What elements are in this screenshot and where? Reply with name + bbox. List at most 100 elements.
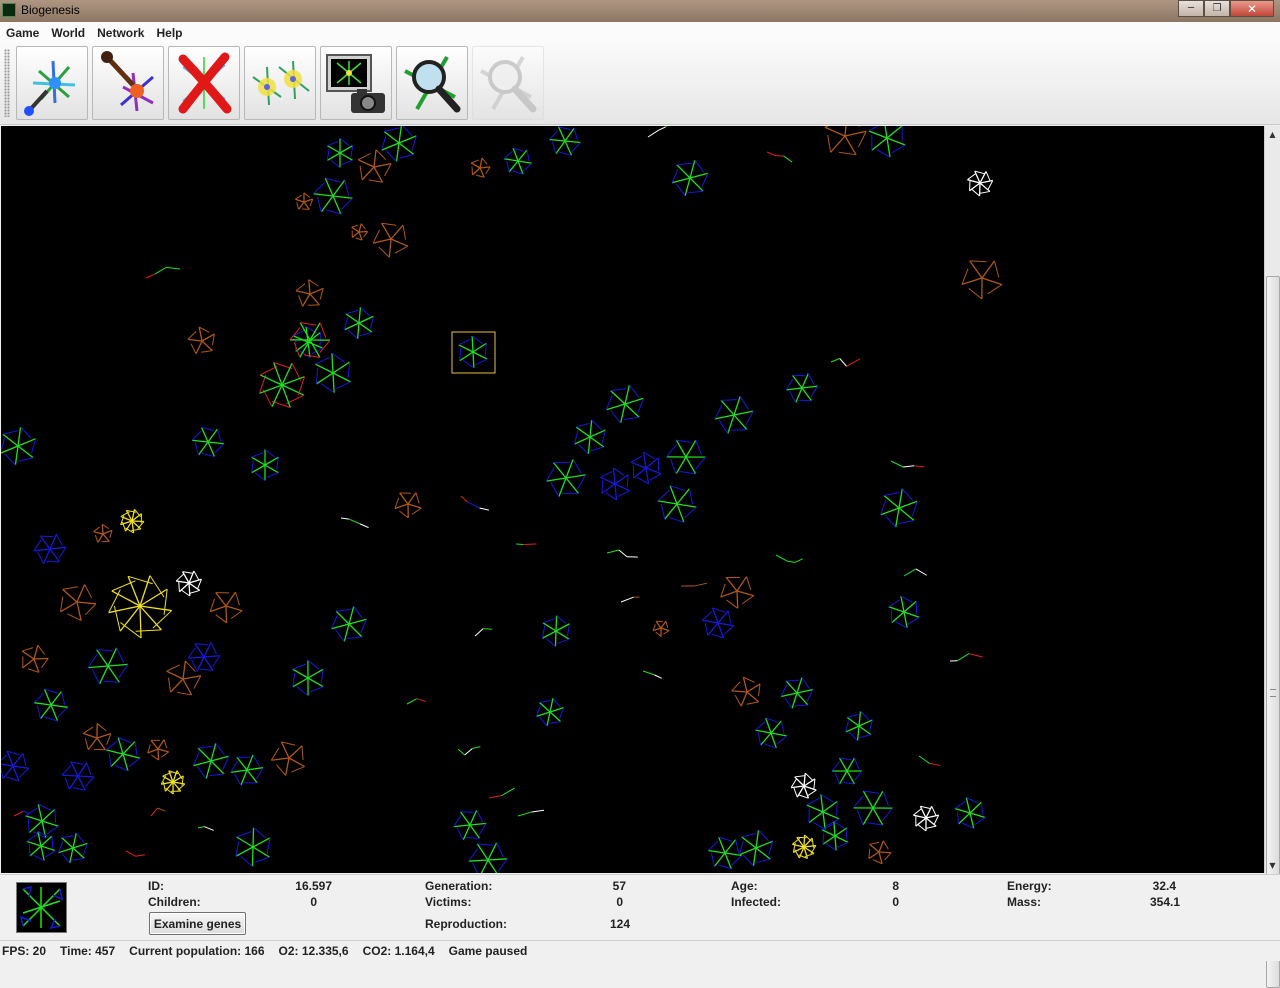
organism[interactable] xyxy=(648,126,673,137)
organism[interactable] xyxy=(913,806,938,831)
organism[interactable] xyxy=(755,718,786,748)
scroll-up-icon[interactable]: ▲ xyxy=(1265,126,1280,142)
organism[interactable] xyxy=(643,671,662,678)
track-organism-button[interactable] xyxy=(396,46,468,120)
organism[interactable] xyxy=(822,821,848,850)
organism[interactable] xyxy=(395,493,421,518)
organism[interactable] xyxy=(458,747,480,755)
manipulate-organism-button[interactable] xyxy=(92,46,164,120)
organism[interactable] xyxy=(853,791,892,825)
organism[interactable] xyxy=(791,773,816,798)
organism[interactable] xyxy=(83,723,111,749)
organism[interactable] xyxy=(94,524,112,542)
organism[interactable] xyxy=(58,833,87,863)
organism[interactable] xyxy=(148,740,169,760)
organism[interactable] xyxy=(542,616,569,647)
organism[interactable] xyxy=(271,742,304,776)
organism[interactable] xyxy=(109,576,172,638)
kill-organism-button[interactable] xyxy=(168,46,240,120)
organism[interactable] xyxy=(967,171,992,196)
organism[interactable] xyxy=(681,583,707,586)
organism[interactable] xyxy=(825,126,866,155)
organism[interactable] xyxy=(715,396,753,433)
menu-help[interactable]: Help xyxy=(150,26,188,40)
organism[interactable] xyxy=(313,178,352,214)
organism[interactable] xyxy=(151,808,165,816)
organism[interactable] xyxy=(631,452,661,484)
vertical-scrollbar[interactable]: ▲ ▼ xyxy=(1264,126,1280,873)
organism[interactable] xyxy=(881,489,918,528)
organism[interactable] xyxy=(919,756,940,765)
organism[interactable] xyxy=(210,592,242,623)
organism[interactable] xyxy=(62,762,94,791)
examine-genes-button[interactable]: Examine genes xyxy=(149,912,246,935)
organism[interactable] xyxy=(295,193,312,209)
menu-world[interactable]: World xyxy=(45,26,91,40)
menu-game[interactable]: Game xyxy=(0,26,45,40)
organism[interactable] xyxy=(88,648,128,684)
organism[interactable] xyxy=(846,711,873,740)
organism[interactable] xyxy=(231,755,263,785)
organism[interactable] xyxy=(708,837,742,869)
organism[interactable] xyxy=(358,150,391,182)
organism[interactable] xyxy=(382,126,417,162)
organism[interactable] xyxy=(327,138,352,167)
organism[interactable] xyxy=(546,459,585,496)
organism[interactable] xyxy=(732,677,760,706)
organism[interactable] xyxy=(516,544,536,545)
organism[interactable] xyxy=(518,810,544,816)
organism[interactable] xyxy=(352,224,368,240)
organism[interactable] xyxy=(574,420,605,454)
organism[interactable] xyxy=(950,654,983,661)
organism[interactable] xyxy=(188,327,214,354)
organism[interactable] xyxy=(461,496,489,510)
organism[interactable] xyxy=(341,518,369,528)
organism[interactable] xyxy=(776,555,803,562)
organism[interactable] xyxy=(607,550,638,557)
organism[interactable] xyxy=(792,835,816,858)
organism[interactable] xyxy=(1,751,29,781)
organism[interactable] xyxy=(459,336,488,368)
organism[interactable] xyxy=(869,126,905,157)
organism[interactable] xyxy=(600,468,629,500)
organism[interactable] xyxy=(781,678,813,709)
organism[interactable] xyxy=(889,596,920,628)
organism[interactable] xyxy=(832,758,862,784)
organism[interactable] xyxy=(61,585,96,621)
organism[interactable] xyxy=(471,158,490,177)
menu-network[interactable]: Network xyxy=(91,26,150,40)
minimize-icon[interactable]: ─ xyxy=(1178,0,1204,17)
organism[interactable] xyxy=(891,461,924,467)
organism[interactable] xyxy=(658,486,697,523)
organism[interactable] xyxy=(236,828,270,867)
organism[interactable] xyxy=(786,373,817,402)
organism[interactable] xyxy=(259,362,304,407)
organism[interactable] xyxy=(667,440,706,474)
reproduce-organism-button[interactable] xyxy=(244,46,316,120)
organism[interactable] xyxy=(293,660,324,695)
organism[interactable] xyxy=(161,771,185,794)
organism[interactable] xyxy=(106,737,140,771)
organism[interactable] xyxy=(193,743,229,779)
organism[interactable] xyxy=(549,127,580,156)
close-icon[interactable]: ✕ xyxy=(1230,0,1274,17)
organism[interactable] xyxy=(188,643,220,672)
organism[interactable] xyxy=(407,699,426,704)
organism[interactable] xyxy=(176,571,201,596)
scroll-down-icon[interactable]: ▼ xyxy=(1265,857,1280,873)
organism[interactable] xyxy=(653,621,669,636)
organism[interactable] xyxy=(344,307,373,339)
save-image-button[interactable] xyxy=(320,46,392,120)
organism[interactable] xyxy=(955,798,985,829)
organism[interactable] xyxy=(454,810,487,840)
new-organism-button[interactable] xyxy=(16,46,88,120)
organism[interactable] xyxy=(1,427,36,465)
organism[interactable] xyxy=(192,427,224,456)
organism[interactable] xyxy=(121,509,144,533)
organism[interactable] xyxy=(34,689,68,721)
organism[interactable] xyxy=(475,629,492,636)
organism[interactable] xyxy=(469,843,508,873)
organism[interactable] xyxy=(606,385,643,423)
organism[interactable] xyxy=(315,353,351,393)
organism[interactable] xyxy=(831,358,860,366)
